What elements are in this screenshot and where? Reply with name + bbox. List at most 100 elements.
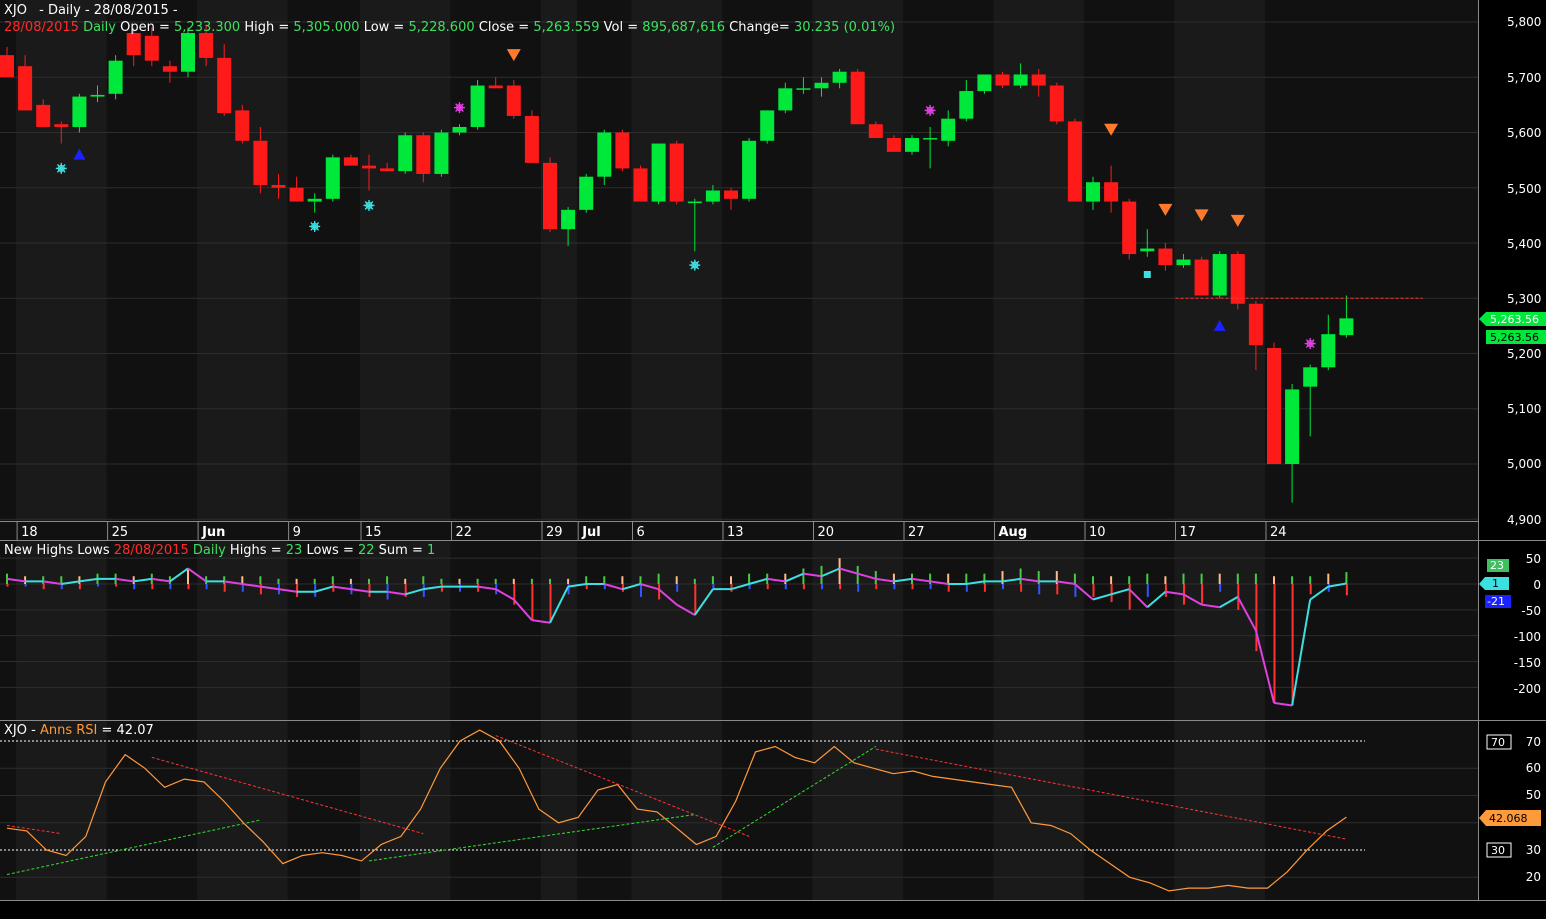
candle-up [832, 71, 847, 83]
asterisk-marker [309, 220, 321, 232]
hl-tick-label: -200 [1514, 682, 1541, 696]
info-interval: Daily [83, 20, 116, 35]
candle-up [1339, 318, 1354, 336]
rsi-30-badge-label: 30 [1491, 844, 1505, 857]
hl-tick-label: 50 [1526, 552, 1541, 566]
candle-down [416, 135, 431, 174]
info-high-label: High = [244, 20, 289, 35]
info-vol-label: Vol = [604, 20, 638, 35]
info-change-label: Change= [729, 20, 790, 35]
week-stripe [993, 541, 1084, 720]
candle-up [760, 110, 775, 141]
period: - Daily - 28/08/2015 - [39, 3, 178, 18]
info-date: 28/08/2015 [4, 20, 79, 35]
date-tick-label: 17 [1180, 525, 1197, 540]
candle-down [0, 55, 14, 78]
asterisk-marker [1304, 338, 1316, 350]
candle-up [778, 88, 793, 111]
hl-sum: 1 [427, 543, 435, 558]
candle-up [1086, 182, 1100, 202]
asterisk-marker [924, 104, 936, 116]
candle-up [742, 140, 757, 199]
candle-down [36, 104, 51, 127]
info-close-label: Close = [479, 20, 529, 35]
rsi-tick-label: 20 [1526, 870, 1541, 884]
candle-up [434, 132, 449, 174]
candle-up [452, 126, 467, 133]
candle-down [1230, 254, 1245, 304]
candle-up [1176, 259, 1191, 266]
week-stripe [16, 541, 107, 720]
date-tick-label: 15 [365, 525, 382, 540]
candle-down [1104, 182, 1119, 202]
info-vol: 895,687,616 [642, 20, 725, 35]
candle-down [1049, 85, 1064, 122]
square-marker [1143, 270, 1151, 278]
candle-up [398, 135, 413, 172]
candle-down [54, 124, 69, 127]
candle-down [886, 138, 901, 152]
rsi-dash: - [31, 723, 36, 738]
hl-tick-label: -50 [1521, 604, 1541, 618]
week-stripe [631, 541, 722, 720]
rsi-70-badge-label: 70 [1491, 736, 1505, 749]
candle-down [633, 168, 648, 202]
candle-up [923, 138, 938, 140]
info-open: 5,233.300 [174, 20, 240, 35]
date-tick-label: 18 [21, 525, 38, 540]
candle-down [1031, 74, 1046, 86]
hl-tick-label: 0 [1533, 578, 1541, 592]
candle-up [108, 60, 123, 94]
candle-up [181, 33, 195, 72]
price-tick-label: 5,000 [1507, 457, 1541, 471]
amibroker-chart-window: 5,800 5,700 5,600 5,500 5,400 5,300 5,20… [0, 0, 1546, 915]
price-tick-label: 5,300 [1507, 292, 1541, 306]
candle-down [18, 66, 33, 111]
rsi-title: Anns RSI [40, 723, 97, 738]
week-stripe [540, 541, 578, 720]
hl-sum-badge-label: 1 [1492, 577, 1499, 590]
week-stripe [359, 721, 451, 900]
chart-header: XJO - Daily - 28/08/2015 - [4, 3, 178, 18]
price-info-line: 28/08/2015 Daily Open = 5,233.300 High =… [4, 20, 895, 35]
hl-title: New Highs Lows [4, 543, 110, 558]
date-tick-label: 13 [727, 525, 744, 540]
hl-lows-label: Lows = [306, 543, 353, 558]
candle-up [72, 96, 87, 127]
info-low-label: Low = [364, 20, 405, 35]
candle-up [959, 91, 974, 119]
hl-lows-badge-label: -21 [1487, 595, 1505, 608]
hl-highs-label: Highs = [230, 543, 282, 558]
candle-up [1285, 389, 1300, 464]
candle-up [814, 82, 829, 89]
candle-down [199, 33, 214, 58]
date-tick-label: Jul [581, 525, 601, 540]
highs-lows-header: New Highs Lows 28/08/2015 Daily Highs = … [4, 543, 435, 558]
candle-down [850, 71, 865, 125]
candle-up [1013, 74, 1028, 86]
candle-down [524, 115, 539, 163]
date-tick-label: 6 [637, 525, 645, 540]
hl-tick-label: -150 [1514, 656, 1541, 670]
info-close: 5,263.559 [533, 20, 599, 35]
price-tick-label: 5,700 [1507, 71, 1541, 85]
candle-up [597, 132, 612, 177]
date-tick-label: 24 [1270, 525, 1287, 540]
chart-canvas[interactable]: 5,800 5,700 5,600 5,500 5,400 5,300 5,20… [0, 0, 1546, 915]
week-stripe [993, 721, 1084, 900]
hl-highs: 23 [286, 543, 303, 558]
week-stripe [16, 721, 107, 900]
candle-up [579, 176, 594, 210]
candle-down [343, 157, 358, 166]
week-stripe [359, 0, 451, 521]
candle-up [561, 209, 576, 230]
week-stripe [1174, 541, 1265, 720]
candle-down [1158, 248, 1173, 266]
hl-tick-label: -100 [1514, 630, 1541, 644]
candle-up [705, 190, 720, 202]
info-open-label: Open = [120, 20, 170, 35]
price-tick-label: 5,500 [1507, 182, 1541, 196]
candle-down [271, 184, 286, 188]
week-stripe [631, 0, 722, 521]
candle-down [615, 132, 630, 169]
